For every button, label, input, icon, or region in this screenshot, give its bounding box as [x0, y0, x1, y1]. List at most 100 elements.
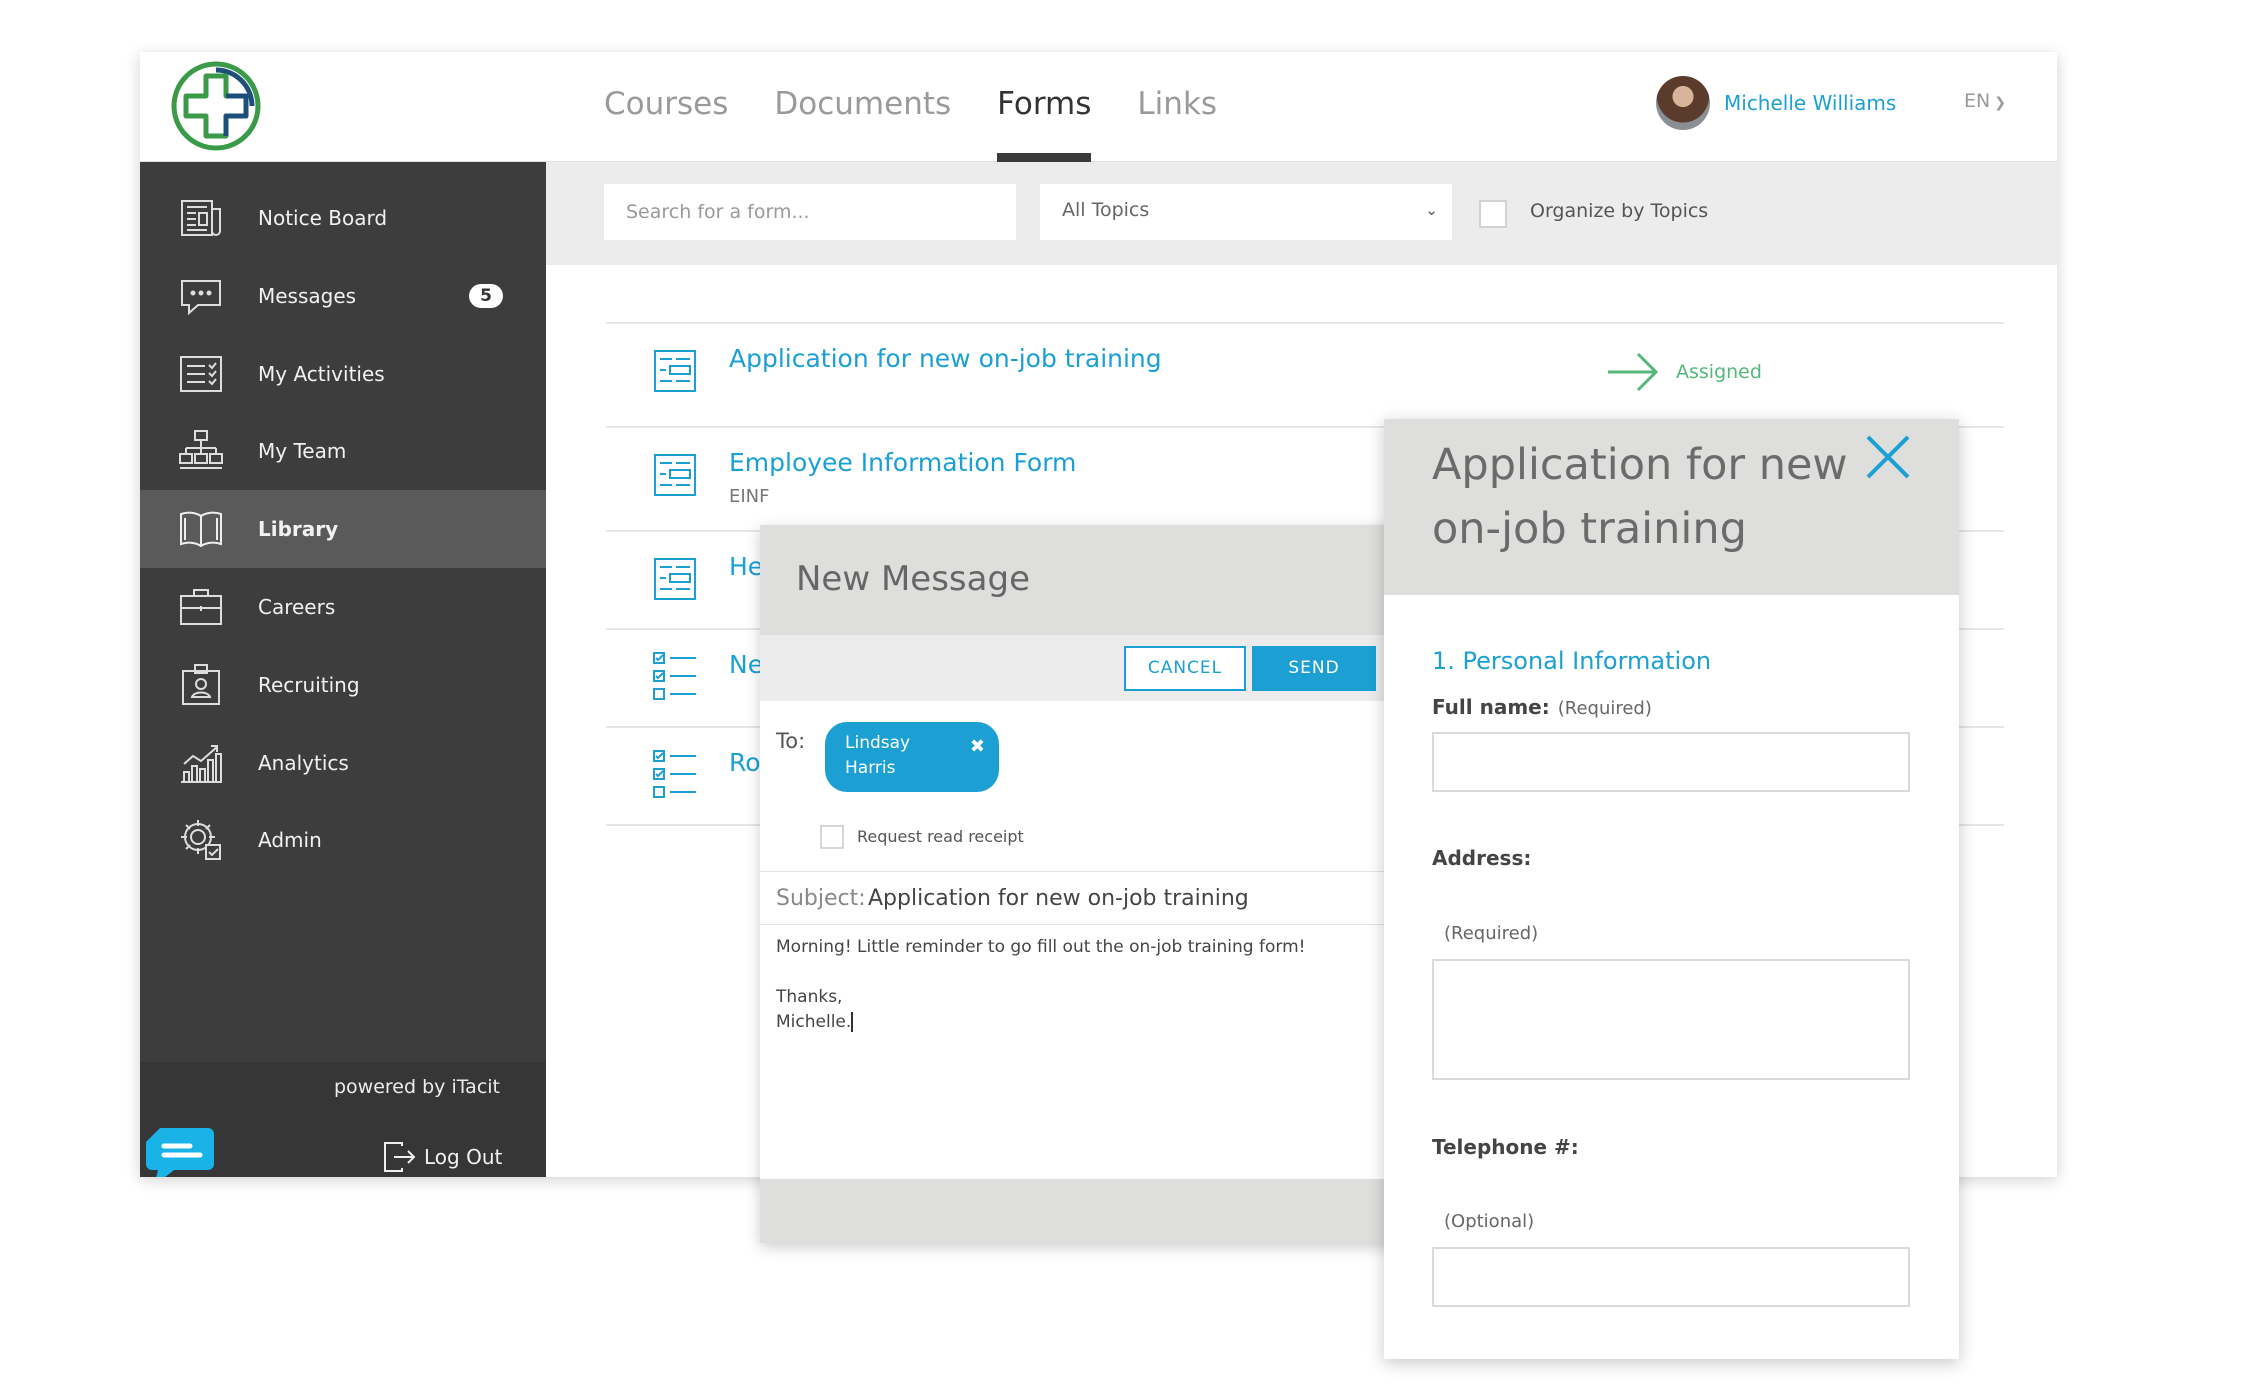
- logout-button[interactable]: Log Out: [382, 1140, 502, 1174]
- filter-bar: All Topics ⌄ Organize by Topics: [546, 162, 2057, 265]
- section-title: 1. Personal Information: [1432, 647, 1712, 675]
- message-actions: CANCEL SEND: [760, 635, 1400, 701]
- field-label-full-name: Full name: (Required): [1432, 695, 1652, 719]
- organize-checkbox[interactable]: [1479, 200, 1507, 228]
- id-badge-icon: [182, 664, 220, 705]
- book-icon: [180, 511, 222, 548]
- message-title: New Message: [796, 559, 1030, 599]
- chat-bubble-icon[interactable]: [144, 1126, 216, 1177]
- field-label: Full name:: [1432, 695, 1550, 719]
- body-line: Morning! Little reminder to go fill out …: [776, 937, 1306, 957]
- sidebar-footer: powered by iTacit Log Out: [140, 1062, 546, 1177]
- form-panel: Application for new on-job training 1. P…: [1384, 419, 1959, 1359]
- form-title[interactable]: Ne: [729, 650, 763, 679]
- form-title[interactable]: Ro: [729, 748, 761, 777]
- bar-chart-icon: [181, 745, 222, 783]
- avatar: [1656, 76, 1710, 130]
- sidebar-item-label: My Team: [258, 439, 347, 463]
- sidebar-item-my-team[interactable]: My Team: [140, 412, 546, 490]
- body-line: Michelle.: [776, 1012, 854, 1032]
- sidebar-item-admin[interactable]: Admin: [140, 801, 546, 879]
- address-field[interactable]: [1432, 959, 1910, 1080]
- form-code: EINF: [729, 486, 770, 507]
- sidebar-item-label: Library: [258, 517, 339, 541]
- logout-label: Log Out: [424, 1145, 503, 1169]
- form-title[interactable]: Employee Information Form: [729, 448, 1076, 477]
- checklist-icon: [180, 356, 222, 392]
- sidebar-item-label: Careers: [258, 595, 336, 619]
- message-header: New Message: [760, 525, 1400, 635]
- sidebar-item-careers[interactable]: Careers: [140, 568, 546, 646]
- form-panel-title: Application for new on-job training: [1432, 440, 1848, 554]
- sidebar-item-analytics[interactable]: Analytics: [140, 724, 546, 802]
- unread-badge: 5: [469, 284, 503, 308]
- recipient-chip[interactable]: Lindsay Harris ✖: [825, 722, 999, 792]
- subject-value: Application for new on-job training: [868, 886, 1249, 911]
- status-label: Assigned: [1676, 361, 1762, 383]
- recipient-last-name: Harris: [845, 758, 896, 778]
- topic-select[interactable]: All Topics ⌄: [1040, 184, 1452, 240]
- new-message-panel: New Message CANCEL SEND To: Lindsay Harr…: [760, 525, 1400, 1243]
- sidebar-item-library[interactable]: Library: [140, 490, 546, 568]
- form-title[interactable]: Application for new on-job training: [729, 344, 1162, 373]
- sidebar-item-label: Admin: [258, 828, 322, 852]
- user-name[interactable]: Michelle Williams: [1724, 91, 1896, 115]
- message-body[interactable]: Morning! Little reminder to go fill out …: [776, 935, 1376, 1035]
- checklist-icon: [653, 652, 696, 700]
- field-hint: (Required): [1557, 698, 1652, 719]
- full-name-field[interactable]: [1432, 732, 1910, 792]
- organize-label: Organize by Topics: [1530, 200, 1709, 222]
- top-bar: Courses Documents Forms Links Michelle W…: [140, 52, 2057, 162]
- sidebar-item-label: Recruiting: [258, 673, 360, 697]
- language-select[interactable]: EN ❯: [1964, 90, 2006, 112]
- main-nav: Courses Documents Forms Links: [604, 52, 1263, 162]
- message-footer: [760, 1179, 1400, 1243]
- chat-icon: [181, 280, 221, 316]
- field-label-telephone: Telephone #:: [1432, 1135, 1579, 1159]
- field-label-address: Address:: [1432, 846, 1532, 870]
- send-button[interactable]: SEND: [1252, 646, 1376, 691]
- sidebar-item-label: Notice Board: [258, 206, 388, 230]
- sidebar-item-my-activities[interactable]: My Activities: [140, 335, 546, 413]
- cancel-button[interactable]: CANCEL: [1124, 646, 1246, 691]
- sidebar-item-label: Messages: [258, 284, 357, 308]
- subject-field[interactable]: Subject: Application for new on-job trai…: [760, 871, 1400, 925]
- list-item[interactable]: Application for new on-job training Assi…: [606, 322, 2004, 426]
- tab-forms[interactable]: Forms: [997, 52, 1092, 162]
- chevron-down-icon: ❯: [1994, 95, 2006, 111]
- form-title[interactable]: He: [729, 552, 763, 581]
- form-icon: [654, 558, 696, 600]
- logo-icon: [171, 61, 261, 151]
- sidebar: Notice Board Messages 5 My Activities My…: [140, 162, 546, 1177]
- read-receipt-label: Request read receipt: [857, 827, 1024, 846]
- body-line: Thanks,: [776, 987, 843, 1007]
- logout-icon: [384, 1142, 416, 1172]
- sidebar-item-label: Analytics: [258, 751, 349, 775]
- field-hint: (Required): [1444, 923, 1539, 944]
- subject-label: Subject:: [776, 886, 866, 911]
- sidebar-item-notice-board[interactable]: Notice Board: [140, 179, 546, 257]
- read-receipt-checkbox[interactable]: [820, 825, 844, 849]
- briefcase-icon: [180, 589, 222, 625]
- checklist-icon: [653, 750, 696, 798]
- tab-courses[interactable]: Courses: [604, 52, 728, 162]
- tab-documents[interactable]: Documents: [774, 52, 951, 162]
- org-chart-icon: [179, 430, 223, 469]
- form-icon: [654, 350, 696, 392]
- gear-icon: [181, 820, 221, 860]
- search-input[interactable]: [604, 184, 1016, 240]
- status-badge: Assigned: [1606, 350, 1762, 394]
- remove-recipient-icon[interactable]: ✖: [970, 734, 985, 759]
- user-menu[interactable]: Michelle Williams: [1656, 76, 1896, 130]
- newspaper-icon: [181, 200, 221, 236]
- to-label: To:: [776, 729, 806, 753]
- telephone-field[interactable]: [1432, 1247, 1910, 1307]
- form-icon: [654, 454, 696, 496]
- form-panel-header: Application for new on-job training: [1384, 419, 1959, 595]
- sidebar-item-recruiting[interactable]: Recruiting: [140, 646, 546, 724]
- sidebar-item-label: My Activities: [258, 362, 385, 386]
- tab-links[interactable]: Links: [1137, 52, 1217, 162]
- language-label: EN: [1964, 90, 1991, 112]
- close-icon[interactable]: [1862, 431, 1914, 483]
- sidebar-item-messages[interactable]: Messages 5: [140, 257, 546, 335]
